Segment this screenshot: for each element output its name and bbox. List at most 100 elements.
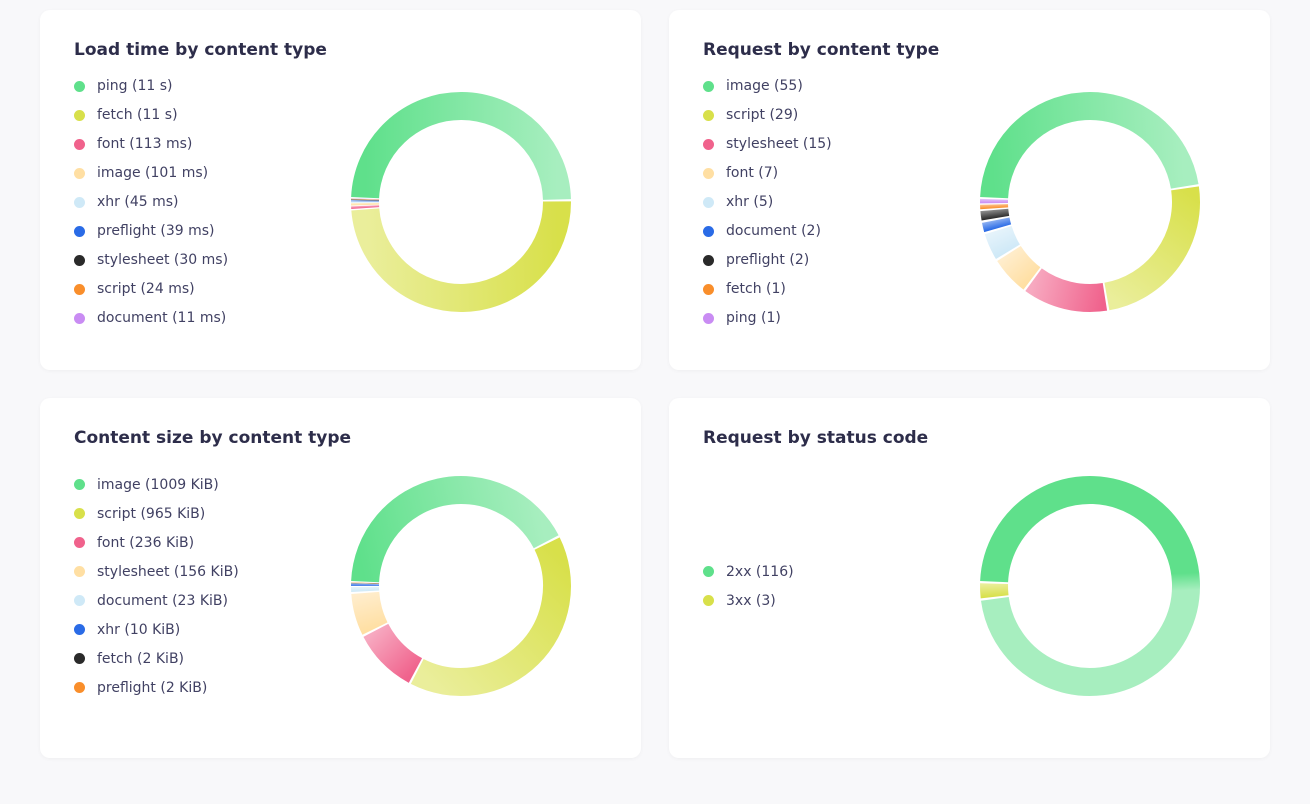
- legend-label: preflight (2 KiB): [97, 680, 207, 696]
- legend-dot-icon: [703, 110, 714, 121]
- legend-item[interactable]: font (236 KiB): [74, 535, 314, 551]
- legend-dot-icon: [74, 197, 85, 208]
- legend-item[interactable]: xhr (10 KiB): [74, 622, 314, 638]
- legend-label: document (23 KiB): [97, 593, 228, 609]
- legend-dot-icon: [703, 284, 714, 295]
- legend-dot-icon: [703, 595, 714, 606]
- legend-dot-icon: [703, 81, 714, 92]
- legend-item[interactable]: stylesheet (15): [703, 136, 943, 152]
- legend-item[interactable]: fetch (2 KiB): [74, 651, 314, 667]
- legend-dot-icon: [74, 139, 85, 150]
- donut-slice[interactable]: [994, 490, 1186, 682]
- legend-item[interactable]: fetch (11 s): [74, 107, 314, 123]
- legend-dot-icon: [74, 537, 85, 548]
- legend-item[interactable]: font (7): [703, 165, 943, 181]
- donut-chart: [976, 88, 1204, 316]
- legend-dot-icon: [74, 653, 85, 664]
- panel-content-size: Content size by content type image (1009…: [40, 398, 641, 758]
- donut-slice[interactable]: [998, 230, 1008, 252]
- legend-dot-icon: [74, 313, 85, 324]
- legend-dot-icon: [703, 226, 714, 237]
- donut-slice[interactable]: [1033, 280, 1104, 298]
- legend-item[interactable]: image (101 ms): [74, 165, 314, 181]
- donut-slice[interactable]: [994, 584, 995, 597]
- panel-title: Request by content type: [703, 40, 1236, 60]
- legend-dot-icon: [74, 595, 85, 606]
- donut-status-code: [943, 466, 1236, 706]
- donut-slice[interactable]: [1008, 254, 1031, 279]
- panel-title: Load time by content type: [74, 40, 607, 60]
- legend-item[interactable]: script (965 KiB): [74, 506, 314, 522]
- donut-slice[interactable]: [995, 220, 997, 228]
- donut-chart: [347, 88, 575, 316]
- legend-item[interactable]: 2xx (116): [703, 564, 943, 580]
- donut-request-type: [943, 82, 1236, 322]
- legend-status-code: 2xx (116) 3xx (3): [703, 564, 943, 609]
- donut-slice[interactable]: [365, 490, 546, 582]
- legend-dot-icon: [74, 624, 85, 635]
- donut-slice[interactable]: [365, 201, 557, 298]
- donut-slice[interactable]: [365, 106, 557, 199]
- legend-item[interactable]: fetch (1): [703, 281, 943, 297]
- donut-slice[interactable]: [365, 593, 375, 629]
- legend-label: image (1009 KiB): [97, 477, 219, 493]
- legend-item[interactable]: preflight (2 KiB): [74, 680, 314, 696]
- panel-status-code: Request by status code 2xx (116) 3xx (3): [669, 398, 1270, 758]
- panel-load-time: Load time by content type ping (11 s) fet…: [40, 10, 641, 370]
- legend-label: 2xx (116): [726, 564, 794, 580]
- donut-chart: [347, 472, 575, 700]
- legend-dot-icon: [74, 255, 85, 266]
- panel-title: Content size by content type: [74, 428, 607, 448]
- legend-item[interactable]: ping (1): [703, 310, 943, 326]
- legend-label: stylesheet (156 KiB): [97, 564, 239, 580]
- legend-label: stylesheet (30 ms): [97, 252, 228, 268]
- legend-dot-icon: [74, 226, 85, 237]
- legend-dot-icon: [74, 479, 85, 490]
- legend-item[interactable]: document (2): [703, 223, 943, 239]
- legend-label: xhr (5): [726, 194, 773, 210]
- dashboard-grid: Load time by content type ping (11 s) fet…: [0, 0, 1310, 788]
- legend-label: ping (11 s): [97, 78, 172, 94]
- donut-load-time: [314, 82, 607, 322]
- legend-label: xhr (45 ms): [97, 194, 178, 210]
- legend-label: font (7): [726, 165, 778, 181]
- donut-slice[interactable]: [1106, 188, 1185, 296]
- legend-dot-icon: [703, 313, 714, 324]
- donut-chart: [976, 472, 1204, 700]
- legend-label: preflight (39 ms): [97, 223, 214, 239]
- legend-item[interactable]: stylesheet (156 KiB): [74, 564, 314, 580]
- legend-item[interactable]: preflight (2): [703, 252, 943, 268]
- legend-item[interactable]: xhr (45 ms): [74, 194, 314, 210]
- legend-dot-icon: [703, 139, 714, 150]
- panel-title: Request by status code: [703, 428, 1236, 448]
- legend-item[interactable]: stylesheet (30 ms): [74, 252, 314, 268]
- legend-item[interactable]: preflight (39 ms): [74, 223, 314, 239]
- legend-label: stylesheet (15): [726, 136, 832, 152]
- legend-label: script (29): [726, 107, 798, 123]
- legend-item[interactable]: script (29): [703, 107, 943, 123]
- legend-label: font (236 KiB): [97, 535, 194, 551]
- legend-item[interactable]: ping (11 s): [74, 78, 314, 94]
- legend-item[interactable]: xhr (5): [703, 194, 943, 210]
- legend-item[interactable]: script (24 ms): [74, 281, 314, 297]
- legend-dot-icon: [74, 81, 85, 92]
- donut-slice[interactable]: [375, 630, 415, 670]
- donut-slice[interactable]: [994, 106, 1185, 198]
- legend-label: script (965 KiB): [97, 506, 205, 522]
- legend-dot-icon: [74, 284, 85, 295]
- legend-label: script (24 ms): [97, 281, 195, 297]
- legend-label: image (101 ms): [97, 165, 208, 181]
- donut-slice[interactable]: [994, 210, 995, 218]
- legend-item[interactable]: document (23 KiB): [74, 593, 314, 609]
- legend-item[interactable]: image (55): [703, 78, 943, 94]
- legend-label: fetch (2 KiB): [97, 651, 184, 667]
- legend-item[interactable]: image (1009 KiB): [74, 477, 314, 493]
- legend-item[interactable]: font (113 ms): [74, 136, 314, 152]
- legend-item[interactable]: document (11 ms): [74, 310, 314, 326]
- legend-label: fetch (1): [726, 281, 786, 297]
- donut-slice[interactable]: [417, 544, 557, 682]
- legend-dot-icon: [74, 110, 85, 121]
- legend-item[interactable]: 3xx (3): [703, 593, 943, 609]
- legend-load-time: ping (11 s) fetch (11 s) font (113 ms) imag…: [74, 78, 314, 326]
- legend-label: image (55): [726, 78, 803, 94]
